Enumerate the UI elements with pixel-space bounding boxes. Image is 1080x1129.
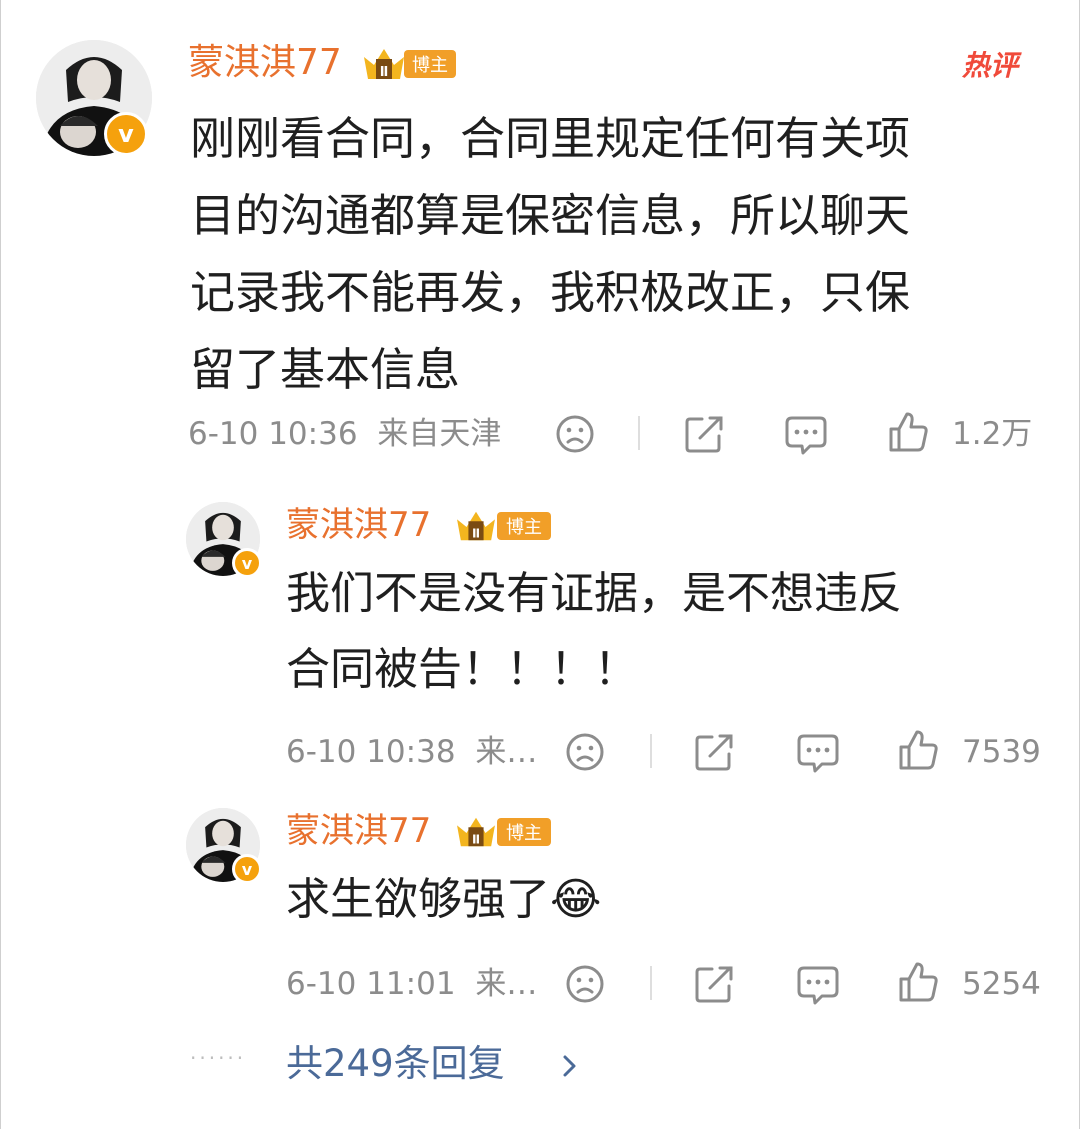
share-icon[interactable] <box>694 964 736 1004</box>
share-icon[interactable] <box>694 732 736 772</box>
divider <box>650 734 652 768</box>
svg-text:Ⅱ: Ⅱ <box>472 832 480 846</box>
chevron-right-icon[interactable] <box>560 1054 578 1078</box>
laughing-emoji-icon: 😂 <box>550 874 602 925</box>
username[interactable]: 蒙淇淇77 <box>286 810 431 852</box>
verified-badge-icon: v <box>104 112 148 156</box>
reply-time: 6-10 10:38 <box>286 734 456 770</box>
like-count: 5254 <box>962 966 1041 1002</box>
blogger-badge: 博主 <box>497 512 551 540</box>
reply-line: 合同被告！！！！ <box>286 644 638 695</box>
verified-badge-icon: v <box>232 548 262 578</box>
blogger-badge: 博主 <box>404 50 456 78</box>
comment-icon[interactable] <box>796 964 840 1006</box>
reply-line: 求生欲够强了 <box>286 874 550 925</box>
more-replies-dots: ······ <box>190 1046 247 1070</box>
dislike-face-icon[interactable] <box>565 732 605 772</box>
username[interactable]: 蒙淇淇77 <box>188 40 342 86</box>
verified-badge-icon: v <box>232 854 262 884</box>
crown-icon: Ⅱ <box>457 511 495 540</box>
username[interactable]: 蒙淇淇77 <box>286 504 431 546</box>
reply-meta: 6-10 11:01 来… <box>286 964 537 1004</box>
blogger-badge: 博主 <box>497 818 551 846</box>
crown-icon: Ⅱ <box>457 817 495 846</box>
comment-location: 来自天津 <box>377 416 502 452</box>
dislike-face-icon[interactable] <box>565 964 605 1004</box>
like-count: 7539 <box>962 734 1041 770</box>
dislike-face-icon[interactable] <box>555 414 595 454</box>
like-icon[interactable] <box>898 960 940 1004</box>
comment-text: 刚刚看合同，合同里规定任何有关项 目的沟通都算是保密信息，所以聊天 记录我不能再… <box>190 100 910 408</box>
divider <box>638 416 640 450</box>
like-icon[interactable] <box>898 728 940 772</box>
hot-comment-label: 热评 <box>962 49 1019 82</box>
reply-line: 我们不是没有证据，是不想违反 <box>286 568 902 619</box>
reply-meta: 6-10 10:38 来… <box>286 732 537 772</box>
comment-line: 目的沟通都算是保密信息，所以聊天 <box>190 189 911 242</box>
reply-location: 来… <box>475 966 538 1002</box>
comment-time: 6-10 10:36 <box>188 416 358 452</box>
comment-icon[interactable] <box>796 732 840 774</box>
svg-text:Ⅱ: Ⅱ <box>380 65 389 80</box>
comment-icon[interactable] <box>784 414 828 456</box>
divider <box>650 966 652 1000</box>
reply-text: 我们不是没有证据，是不想违反 合同被告！！！！ <box>286 556 902 708</box>
comment-line: 留了基本信息 <box>190 343 461 396</box>
more-replies-link[interactable]: 共249条回复 <box>286 1040 505 1088</box>
crown-icon: Ⅱ <box>364 49 404 80</box>
reply-text: 求生欲够强了😂 <box>286 862 601 938</box>
comment-meta: 6-10 10:36 来自天津 <box>188 414 501 454</box>
comment-line: 记录我不能再发，我积极改正，只保 <box>190 266 911 319</box>
reply-time: 6-10 11:01 <box>286 966 456 1002</box>
svg-text:Ⅱ: Ⅱ <box>472 526 480 540</box>
like-icon[interactable] <box>888 410 930 454</box>
reply-location: 来… <box>475 734 538 770</box>
share-icon[interactable] <box>684 414 726 454</box>
left-border <box>0 0 1 1129</box>
like-count: 1.2万 <box>952 416 1033 452</box>
comment-line: 刚刚看合同，合同里规定任何有关项 <box>190 112 911 165</box>
